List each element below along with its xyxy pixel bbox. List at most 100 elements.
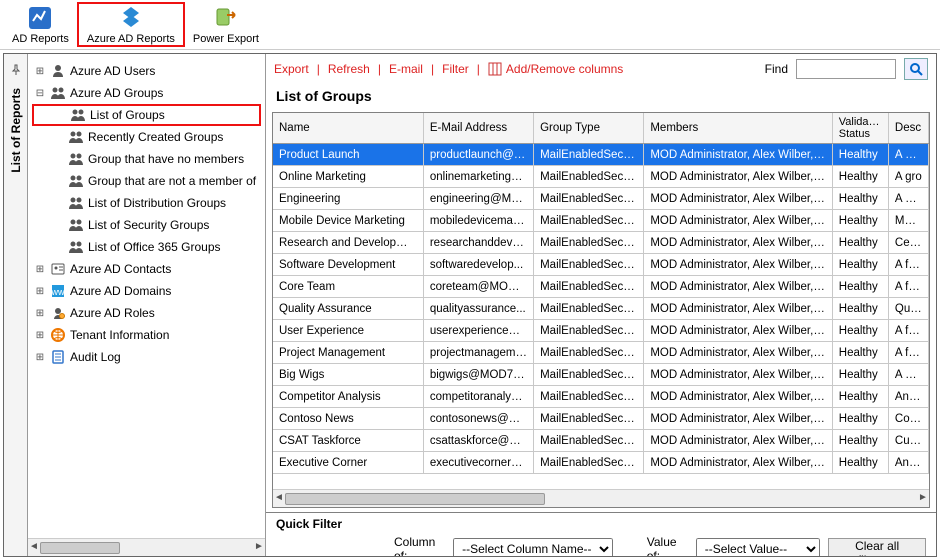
tree-item-group-that-have-no-members[interactable]: Group that have no members <box>32 148 261 170</box>
tree-horizontal-scrollbar[interactable]: ◄ ► <box>28 538 265 556</box>
table-row[interactable]: Core Teamcoreteam@MOD7...MailEnabledSecu… <box>273 276 929 298</box>
table-row[interactable]: Research and Developmentresearchanddevel… <box>273 232 929 254</box>
table-row[interactable]: Software Developmentsoftwaredevelop...Ma… <box>273 254 929 276</box>
tree-item-azure-ad-contacts[interactable]: ⊞Azure AD Contacts <box>32 258 261 280</box>
expander-icon[interactable]: ⊟ <box>34 88 46 99</box>
cell-email: onlinemarketing@... <box>423 166 533 188</box>
column-header-members[interactable]: Members <box>644 113 832 144</box>
table-row[interactable]: Competitor Analysiscompetitoranalysi...M… <box>273 386 929 408</box>
table-row[interactable]: Quality Assurancequalityassurance...Mail… <box>273 298 929 320</box>
cell-name: Executive Corner <box>273 452 423 474</box>
table-row[interactable]: Contoso Newscontosonews@M...MailEnabledS… <box>273 408 929 430</box>
cell-type: MailEnabledSecurity <box>534 210 644 232</box>
tree-item-recently-created-groups[interactable]: Recently Created Groups <box>32 126 261 148</box>
report-tree: ⊞Azure AD Users⊟Azure AD Groups List of G… <box>28 54 265 538</box>
pin-icon[interactable] <box>10 64 22 76</box>
expander-icon[interactable]: ⊞ <box>34 286 46 297</box>
cell-status: Healthy <box>832 320 888 342</box>
cell-name: Online Marketing <box>273 166 423 188</box>
filter-link[interactable]: Filter <box>442 62 469 76</box>
column-of-label: Column of: <box>394 535 445 556</box>
value-of-select[interactable]: --Select Value-- <box>696 538 821 556</box>
tree-item-azure-ad-groups[interactable]: ⊟Azure AD Groups <box>32 82 261 104</box>
find-input[interactable] <box>796 59 896 79</box>
search-icon <box>908 61 924 77</box>
cell-desc: A foru <box>888 342 928 364</box>
group-icon <box>70 107 86 123</box>
tree-item-list-of-office-365-groups[interactable]: List of Office 365 Groups <box>32 236 261 258</box>
cell-status: Healthy <box>832 254 888 276</box>
tree-item-list-of-groups[interactable]: List of Groups <box>32 104 261 126</box>
cell-desc: Mobile <box>888 210 928 232</box>
page-title: List of Groups <box>266 84 936 112</box>
cell-desc: An op <box>888 452 928 474</box>
quick-filter-title: Quick Filter <box>276 517 926 531</box>
table-row[interactable]: Engineeringengineering@MOD...MailEnabled… <box>273 188 929 210</box>
column-of-select[interactable]: --Select Column Name-- <box>453 538 613 556</box>
cell-members: MOD Administrator, Alex Wilber, De... <box>644 254 832 276</box>
table-horizontal-scrollbar[interactable]: ◄ ► <box>273 489 929 507</box>
expander-icon[interactable]: ⊞ <box>34 308 46 319</box>
expander-icon[interactable]: ⊞ <box>34 352 46 363</box>
groups-table-wrap: NameE-Mail AddressGroup TypeMembersValid… <box>272 112 930 508</box>
expander-icon[interactable]: ⊞ <box>34 264 46 275</box>
cell-name: Project Management <box>273 342 423 364</box>
cell-status: Healthy <box>832 166 888 188</box>
find-button[interactable] <box>904 58 928 80</box>
tree-item-list-of-security-groups[interactable]: List of Security Groups <box>32 214 261 236</box>
ribbon-azure-ad-reports[interactable]: Azure AD Reports <box>77 2 185 47</box>
cell-type: MailEnabledSecurity <box>534 386 644 408</box>
column-header-desc[interactable]: Desc <box>888 113 928 144</box>
add-remove-columns-button[interactable]: Add/Remove columns <box>488 62 623 76</box>
refresh-link[interactable]: Refresh <box>328 62 370 76</box>
tree-item-tenant-information[interactable]: ⊞Tenant Information <box>32 324 261 346</box>
table-row[interactable]: Online Marketingonlinemarketing@...MailE… <box>273 166 929 188</box>
table-row[interactable]: Big Wigsbigwigs@MOD799...MailEnabledSecu… <box>273 364 929 386</box>
cell-email: engineering@MOD... <box>423 188 533 210</box>
value-of-label: Value of: <box>647 535 688 556</box>
expander-icon[interactable]: ⊞ <box>34 330 46 341</box>
ribbon-power-export[interactable]: Power Export <box>185 2 267 47</box>
cell-members: MOD Administrator, Alex Wilber, De... <box>644 342 832 364</box>
expander-icon[interactable]: ⊞ <box>34 66 46 77</box>
table-row[interactable]: CSAT Taskforcecsattaskforce@M...MailEnab… <box>273 430 929 452</box>
columns-icon <box>488 62 502 76</box>
export-link[interactable]: Export <box>274 62 309 76</box>
clear-filters-button[interactable]: Clear all filters... <box>828 538 926 556</box>
column-header-name[interactable]: Name <box>273 113 423 144</box>
column-header-group-type[interactable]: Group Type <box>534 113 644 144</box>
tree-item-list-of-distribution-groups[interactable]: List of Distribution Groups <box>32 192 261 214</box>
table-row[interactable]: User Experienceuserexperience@...MailEna… <box>273 320 929 342</box>
tree-item-azure-ad-domains[interactable]: ⊞wwAzure AD Domains <box>32 280 261 302</box>
column-header-e-mail-address[interactable]: E-Mail Address <box>423 113 533 144</box>
tree-item-audit-log[interactable]: ⊞ Audit Log <box>32 346 261 368</box>
ad-reports-icon <box>27 5 53 31</box>
cell-status: Healthy <box>832 430 888 452</box>
table-row[interactable]: Product Launchproductlaunch@M...MailEnab… <box>273 144 929 166</box>
table-row[interactable]: Mobile Device Marketingmobiledevicemark.… <box>273 210 929 232</box>
tree-item-label: List of Groups <box>90 108 165 122</box>
tree-item-label: Group that have no members <box>88 152 244 166</box>
cell-members: MOD Administrator, Alex Wilber, Patt... <box>644 188 832 210</box>
tab-list-of-reports[interactable]: List of Reports <box>9 82 23 179</box>
tree-item-azure-ad-roles[interactable]: ⊞Azure AD Roles <box>32 302 261 324</box>
cell-name: Research and Development <box>273 232 423 254</box>
cell-name: User Experience <box>273 320 423 342</box>
email-link[interactable]: E-mail <box>389 62 423 76</box>
ribbon-ad-reports[interactable]: AD Reports <box>4 2 77 47</box>
column-header-validation-status[interactable]: ValidationStatus <box>832 113 888 144</box>
quick-filter-panel: Quick Filter Column of: --Select Column … <box>266 512 936 556</box>
tree-item-label: List of Office 365 Groups <box>88 240 221 254</box>
table-row[interactable]: Executive Cornerexecutivecorner@...MailE… <box>273 452 929 474</box>
cell-name: Engineering <box>273 188 423 210</box>
cell-name: Core Team <box>273 276 423 298</box>
tree-item-group-that-are-not-a-member-of[interactable]: Group that are not a member of <box>32 170 261 192</box>
cell-status: Healthy <box>832 188 888 210</box>
cell-desc: A cas <box>888 364 928 386</box>
cell-name: Contoso News <box>273 408 423 430</box>
tree-item-label: Audit Log <box>70 350 121 364</box>
tree-item-azure-ad-users[interactable]: ⊞Azure AD Users <box>32 60 261 82</box>
table-row[interactable]: Project Managementprojectmanageme...Mail… <box>273 342 929 364</box>
cell-status: Healthy <box>832 298 888 320</box>
cell-members: MOD Administrator, Alex Wilber, Patt... <box>644 144 832 166</box>
